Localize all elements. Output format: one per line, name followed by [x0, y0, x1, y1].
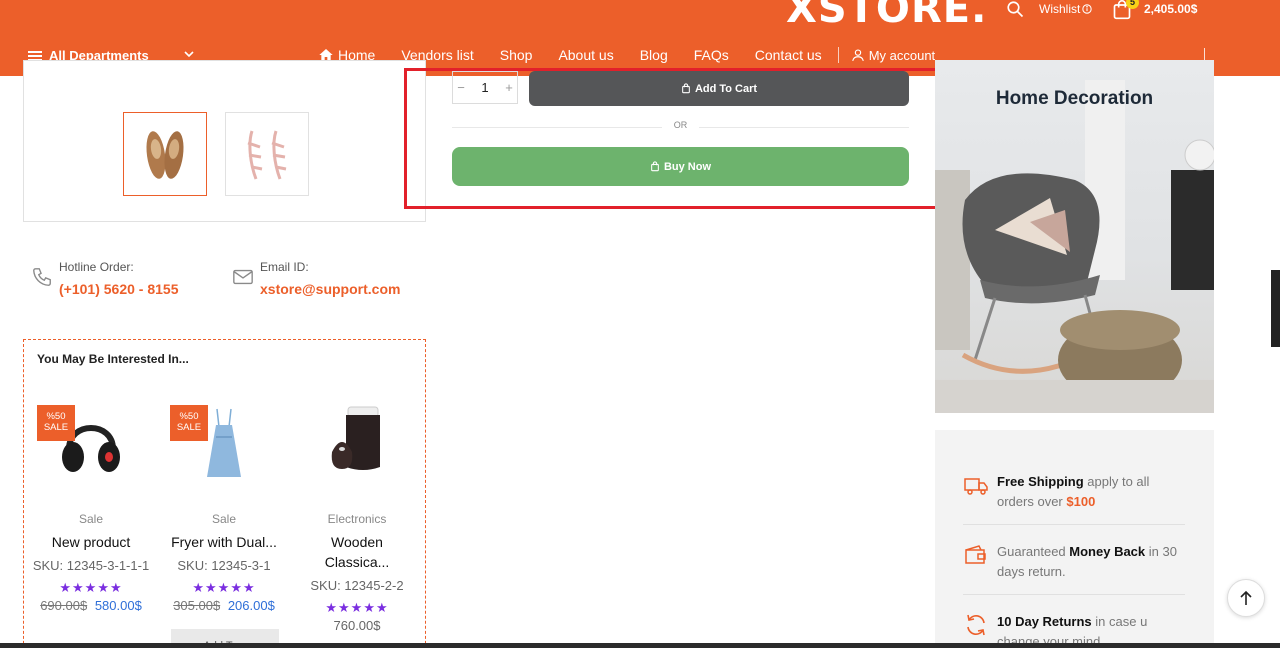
feature-free-shipping: Free Shipping apply to all orders over $… — [963, 472, 1185, 512]
email-label: Email ID: — [260, 260, 309, 274]
product-sku: SKU: 12345-2-2 — [310, 578, 404, 593]
sale-price: 580.00$ — [94, 598, 142, 613]
store-features: Free Shipping apply to all orders over $… — [935, 430, 1214, 648]
sale-badge: %50 SALE — [37, 405, 75, 441]
hotline-number[interactable]: (+101) 5620 - 8155 — [59, 281, 178, 297]
interested-products-panel: You May Be Interested In... Sale New pro… — [23, 339, 426, 648]
product-price: 690.00$ 580.00$ — [31, 598, 151, 613]
rating-stars: ★★★★★ — [325, 600, 389, 615]
email-block: Email ID: xstore@support.com — [232, 260, 400, 297]
info-icon — [1082, 4, 1093, 14]
or-divider: OR — [452, 120, 909, 134]
feature-money-back: Guaranteed Money Back in 30 days return. — [963, 542, 1185, 582]
product-card[interactable]: Electronics Wooden Classica... SKU: 1234… — [297, 397, 417, 633]
or-label: OR — [673, 120, 688, 130]
my-account-label: My account — [868, 47, 936, 63]
chevron-down-icon — [184, 51, 194, 58]
email-address[interactable]: xstore@support.com — [260, 281, 400, 297]
phone-icon — [33, 268, 51, 286]
feature-divider — [963, 524, 1185, 525]
nav-shop[interactable]: Shop — [500, 47, 533, 63]
shopping-bag-icon — [651, 161, 659, 172]
rating-stars: ★★★★★ — [59, 580, 123, 595]
product-sku: SKU: 12345-3-1 — [177, 558, 271, 573]
product-image-diffuser — [302, 397, 412, 487]
site-logo[interactable]: XSTORE. — [786, 0, 987, 32]
gallery-thumb-loafers[interactable] — [123, 112, 207, 196]
buy-now-label: Buy Now — [663, 160, 712, 173]
cart-total[interactable]: 2,405.00$ — [1144, 2, 1197, 16]
feature-bold: Free Shipping — [997, 474, 1084, 489]
arrow-up-icon — [1240, 590, 1252, 605]
add-to-cart-label: Add To Cart — [694, 82, 758, 95]
wallet-icon — [965, 545, 986, 564]
feature-highlight: $100 — [1066, 494, 1096, 509]
product-name[interactable]: Fryer with Dual... — [164, 532, 284, 552]
quantity-value[interactable]: 1 — [477, 80, 493, 95]
home-decoration-banner[interactable]: Home Decoration — [935, 60, 1214, 413]
feature-bold: Money Back — [1069, 544, 1146, 559]
nav-about-us[interactable]: About us — [558, 47, 613, 63]
scroll-to-top-button[interactable] — [1227, 579, 1265, 617]
product-category: Sale — [211, 512, 237, 526]
feature-bold: 10 Day Returns — [997, 614, 1092, 629]
gallery-thumb-sandals[interactable] — [225, 112, 309, 196]
bottom-bar — [0, 643, 1280, 648]
product-name[interactable]: Wooden Classica... — [297, 532, 417, 572]
envelope-icon — [233, 269, 253, 285]
sandals-image — [247, 130, 287, 180]
banner-title: Home Decoration — [995, 88, 1154, 109]
buy-now-button[interactable]: Buy Now — [452, 147, 909, 186]
hotline-label: Hotline Order: — [59, 260, 134, 274]
product-category: Electronics — [327, 512, 387, 526]
nav-divider — [837, 47, 839, 63]
nav-contact-us[interactable]: Contact us — [755, 47, 822, 63]
shopping-bag-icon — [682, 83, 690, 94]
sale-badge: %50 SALE — [170, 405, 208, 441]
loafers-image — [146, 131, 184, 179]
quantity-stepper[interactable]: − 1 + — [452, 71, 518, 104]
feature-divider — [963, 594, 1185, 595]
my-account-link[interactable]: My account — [851, 48, 935, 63]
product-category: Sale — [78, 512, 104, 526]
cart-count-badge: 5 — [1126, 0, 1139, 9]
wishlist-link[interactable]: Wishlist — [1039, 2, 1093, 16]
wishlist-label: Wishlist — [1039, 2, 1081, 16]
increase-button[interactable]: + — [501, 80, 517, 95]
product-price: 760.00$ — [297, 618, 417, 633]
add-to-cart-button[interactable]: Add To Cart — [529, 71, 909, 106]
product-price: 305.00$ 206.00$ — [164, 598, 284, 613]
side-panel-toggle[interactable] — [1271, 270, 1280, 347]
regular-price: 760.00$ — [333, 618, 381, 633]
delivery-truck-icon — [964, 478, 988, 495]
old-price: 690.00$ — [40, 598, 88, 613]
feature-text: Free Shipping apply to all orders over $… — [997, 472, 1185, 512]
hotline-block: Hotline Order: (+101) 5620 - 8155 — [31, 260, 178, 297]
search-icon[interactable] — [1006, 0, 1024, 18]
nav-faqs[interactable]: FAQs — [694, 47, 729, 63]
product-sku: SKU: 12345-3-1-1-1 — [32, 558, 150, 573]
rating-stars: ★★★★★ — [192, 580, 256, 595]
sale-price: 206.00$ — [227, 598, 275, 613]
feature-pre: Guaranteed — [997, 544, 1070, 559]
product-gallery — [23, 60, 426, 222]
feature-text: Guaranteed Money Back in 30 days return. — [997, 542, 1185, 582]
interested-title: You May Be Interested In... — [37, 352, 189, 366]
nav-blog[interactable]: Blog — [640, 47, 668, 63]
old-price: 305.00$ — [173, 598, 221, 613]
return-arrows-icon — [967, 614, 985, 636]
diffuser-image — [331, 406, 380, 470]
product-name[interactable]: New product — [31, 532, 151, 552]
user-icon — [851, 49, 864, 61]
decrease-button[interactable]: − — [453, 80, 469, 95]
armchair-image — [935, 80, 1214, 413]
